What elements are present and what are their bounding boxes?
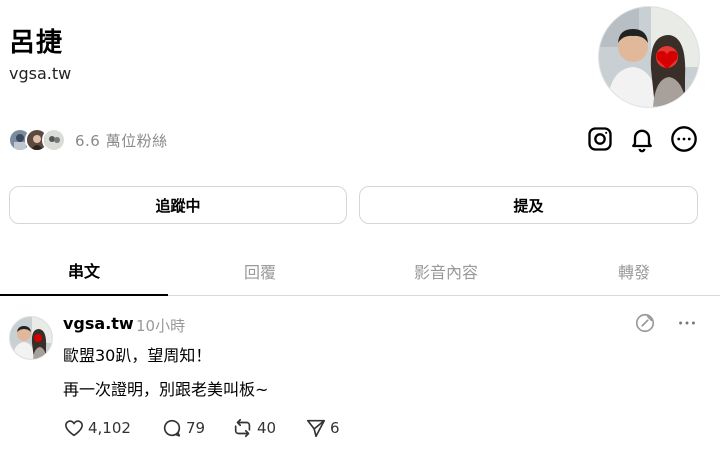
comment-icon: [163, 419, 181, 437]
instagram-icon[interactable]: [585, 124, 615, 154]
bell-icon[interactable]: [627, 124, 657, 154]
post-username[interactable]: vgsa.tw: [63, 314, 134, 333]
post-time: 10小時: [136, 317, 186, 335]
tab-threads[interactable]: 串文: [0, 246, 168, 296]
post-text-line: 再一次證明，別跟老美叫板~: [63, 380, 269, 399]
tab-replies[interactable]: 回覆: [176, 246, 344, 296]
followers-row[interactable]: 6.6 萬位粉絲: [8, 127, 168, 153]
profile-tabs: 串文 回覆 影音內容 轉發: [0, 246, 720, 296]
reply-button[interactable]: 79: [161, 416, 205, 440]
tab-reposts[interactable]: 轉發: [550, 246, 718, 296]
repost-button[interactable]: 40: [232, 416, 276, 440]
heart-icon: [65, 420, 83, 437]
more-circle-icon[interactable]: [669, 124, 699, 154]
share-count: 6: [330, 419, 340, 437]
profile-handle: vgsa.tw: [9, 64, 72, 83]
repost-count: 40: [257, 419, 277, 437]
profile-name: 呂捷: [9, 28, 64, 58]
send-icon: [306, 419, 326, 438]
post-more-icon[interactable]: [676, 312, 698, 334]
repost-icon: [234, 418, 251, 438]
post-avatar[interactable]: [9, 316, 53, 360]
share-button[interactable]: 6: [305, 416, 340, 440]
like-count: 4,102: [88, 419, 131, 437]
following-button[interactable]: 追蹤中: [9, 186, 347, 224]
mention-button[interactable]: 提及: [359, 186, 698, 224]
followers-count: 6.6 萬位粉絲: [75, 131, 168, 150]
post-text-line: 歐盟30趴，望周知！: [63, 346, 212, 365]
post-avatar-photo: [10, 317, 52, 359]
reply-count: 79: [186, 419, 206, 437]
profile-photo: [599, 7, 699, 107]
follower-avatar: [42, 128, 66, 152]
tab-media[interactable]: 影音內容: [362, 246, 530, 296]
profile-avatar[interactable]: [598, 6, 700, 108]
edit-disabled-icon[interactable]: [634, 312, 656, 334]
like-button[interactable]: 4,102: [63, 416, 131, 440]
